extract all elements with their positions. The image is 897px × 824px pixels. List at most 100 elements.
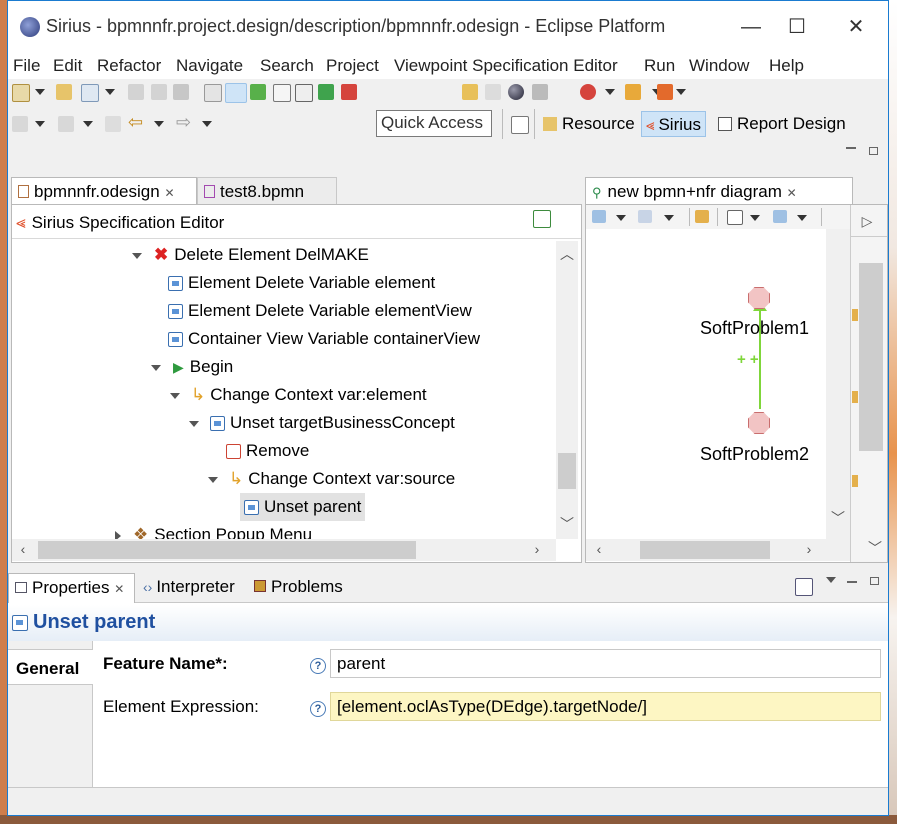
minimize-button[interactable]: — [728, 11, 774, 43]
tree-item-unset-parent[interactable]: Unset parent [240, 493, 366, 521]
menu-run[interactable]: Run [644, 56, 675, 76]
tree-item-element-variable[interactable]: Element Delete Variable element [168, 269, 435, 297]
select-dropdown-icon[interactable] [616, 215, 626, 221]
back-arrow-icon[interactable]: ⇦ [128, 112, 143, 133]
editor-vertical-scrollbar[interactable] [556, 241, 578, 539]
new-dropdown-icon[interactable] [35, 89, 45, 95]
close-window-button[interactable]: ✕ [833, 11, 879, 43]
close-tab-icon[interactable]: ✕ [164, 186, 174, 200]
scroll-down-icon[interactable]: ﹀ [556, 514, 578, 534]
perspective-resource[interactable]: Resource [539, 111, 639, 137]
tree-item-unset-target[interactable]: Unset targetBusinessConcept [189, 409, 455, 437]
diagram-scroll-down-icon[interactable]: ﹀ [826, 508, 850, 528]
arrange-icon[interactable] [638, 210, 652, 223]
diagram-scroll-right-icon[interactable]: › [800, 541, 818, 557]
tab-test8-bpmn[interactable]: test8.bpmn [197, 177, 337, 205]
back-history-icon[interactable] [12, 116, 28, 132]
palette-scroll-thumb[interactable] [859, 263, 883, 451]
perspective-report-design[interactable]: Report Design [714, 111, 850, 137]
open-type-icon[interactable] [625, 84, 641, 100]
tree-item-delete-element[interactable]: ✖ Delete Element DelMAKE [132, 241, 369, 269]
element-expression-field[interactable]: [element.oclAsType(DEdge).targetNode/] [330, 692, 881, 721]
forward-arrow-icon[interactable]: ⇨ [176, 112, 191, 133]
history-dropdown-icon[interactable] [35, 121, 45, 127]
scroll-right-icon[interactable]: › [528, 541, 546, 557]
new-icon[interactable] [12, 84, 30, 102]
save-all-icon[interactable] [151, 84, 167, 100]
select-all-icon[interactable] [592, 210, 606, 223]
tree-item-remove[interactable]: Remove [226, 437, 309, 465]
run-dropdown-icon[interactable] [605, 89, 615, 95]
refresh-icon[interactable] [695, 210, 709, 223]
sirius-ball-icon[interactable] [508, 84, 524, 100]
expand-toggle-icon[interactable] [208, 476, 218, 483]
quick-access-field[interactable]: Quick Access [376, 110, 492, 137]
project-dropdown-icon[interactable] [105, 89, 115, 95]
scroll-left-icon[interactable]: ‹ [14, 541, 32, 557]
tab-properties[interactable]: Properties ✕ [8, 573, 135, 603]
new-project-icon[interactable] [81, 84, 99, 102]
menu-edit[interactable]: Edit [53, 56, 82, 76]
forward-dropdown-icon[interactable] [202, 121, 212, 127]
arrange-dropdown-icon[interactable] [664, 215, 674, 221]
filter-dropdown-icon[interactable] [797, 215, 807, 221]
outline-icon[interactable] [250, 84, 266, 100]
perspective-sirius[interactable]: ⪡ Sirius [641, 111, 706, 137]
close-tab-icon[interactable]: ✕ [787, 186, 797, 200]
section-general[interactable]: General [8, 649, 93, 685]
prev-annotation-icon[interactable] [105, 116, 121, 132]
diagram-hscroll-thumb[interactable] [640, 541, 770, 559]
print-icon[interactable] [173, 84, 189, 100]
menu-search[interactable]: Search [260, 56, 314, 76]
filter-icon[interactable] [773, 210, 787, 223]
pencil-dropdown-icon[interactable] [676, 89, 686, 95]
tab-diagram[interactable]: ⚲ new bpmn+nfr diagram ✕ [585, 177, 853, 205]
expand-toggle-icon[interactable] [170, 392, 180, 399]
redo-icon[interactable] [485, 84, 501, 100]
save-icon[interactable] [128, 84, 144, 100]
tab-problems[interactable]: Problems [248, 573, 353, 603]
info-icon[interactable] [273, 84, 291, 102]
diagram-canvas[interactable] [586, 229, 850, 539]
tree-item-change-context-source[interactable]: ↳ Change Context var:source [208, 465, 455, 493]
view-menu-icon[interactable] [826, 577, 836, 583]
tab-interpreter[interactable]: ‹› Interpreter [137, 573, 247, 603]
last-edit-dropdown-icon[interactable] [83, 121, 93, 127]
document-icon[interactable] [295, 84, 313, 102]
tree-item-begin[interactable]: ▶ Begin [151, 353, 233, 381]
menu-file[interactable]: File [13, 56, 40, 76]
tree-item-container-view-variable[interactable]: Container View Variable containerView [168, 325, 480, 353]
expand-toggle-icon[interactable] [151, 364, 161, 371]
menu-refactor[interactable]: Refactor [97, 56, 161, 76]
help-icon[interactable]: ? [310, 658, 326, 674]
editor-area-maximize-icon[interactable] [869, 147, 878, 155]
layout-icon[interactable] [204, 84, 222, 102]
editor-hscroll-thumb[interactable] [38, 541, 416, 559]
tree-item-section-popup-menu[interactable]: ❖ Section Popup Menu [115, 521, 312, 541]
toggle-link-icon[interactable] [225, 83, 247, 103]
run-debug-icon[interactable] [580, 84, 596, 100]
error-icon[interactable] [341, 84, 357, 100]
feature-name-field[interactable]: parent [330, 649, 881, 678]
menu-window[interactable]: Window [689, 56, 749, 76]
pin-view-icon[interactable] [795, 578, 813, 596]
view-maximize-icon[interactable] [870, 577, 879, 585]
menu-help[interactable]: Help [769, 56, 804, 76]
close-tab-icon[interactable]: ✕ [114, 582, 124, 596]
tool-icon[interactable] [532, 84, 548, 100]
editor-scroll-thumb[interactable] [558, 453, 576, 489]
pencil-icon[interactable] [657, 84, 673, 100]
palette-tool-icon[interactable] [852, 391, 858, 403]
validate-icon[interactable] [318, 84, 334, 100]
edge-label[interactable]: + + [737, 351, 759, 368]
scroll-up-icon[interactable]: ︿ [556, 244, 578, 264]
help-icon[interactable]: ? [310, 701, 326, 717]
tree-item-change-context-element[interactable]: ↳ Change Context var:element [170, 381, 427, 409]
menu-project[interactable]: Project [326, 56, 379, 76]
palette-scroll-down-icon[interactable]: ﹀ [866, 538, 884, 558]
undo-icon[interactable] [462, 84, 478, 100]
validate-spec-icon[interactable] [533, 210, 551, 228]
layer-icon[interactable] [727, 210, 743, 225]
palette-toggle-icon[interactable]: ▷ [860, 213, 874, 230]
menu-navigate[interactable]: Navigate [176, 56, 243, 76]
